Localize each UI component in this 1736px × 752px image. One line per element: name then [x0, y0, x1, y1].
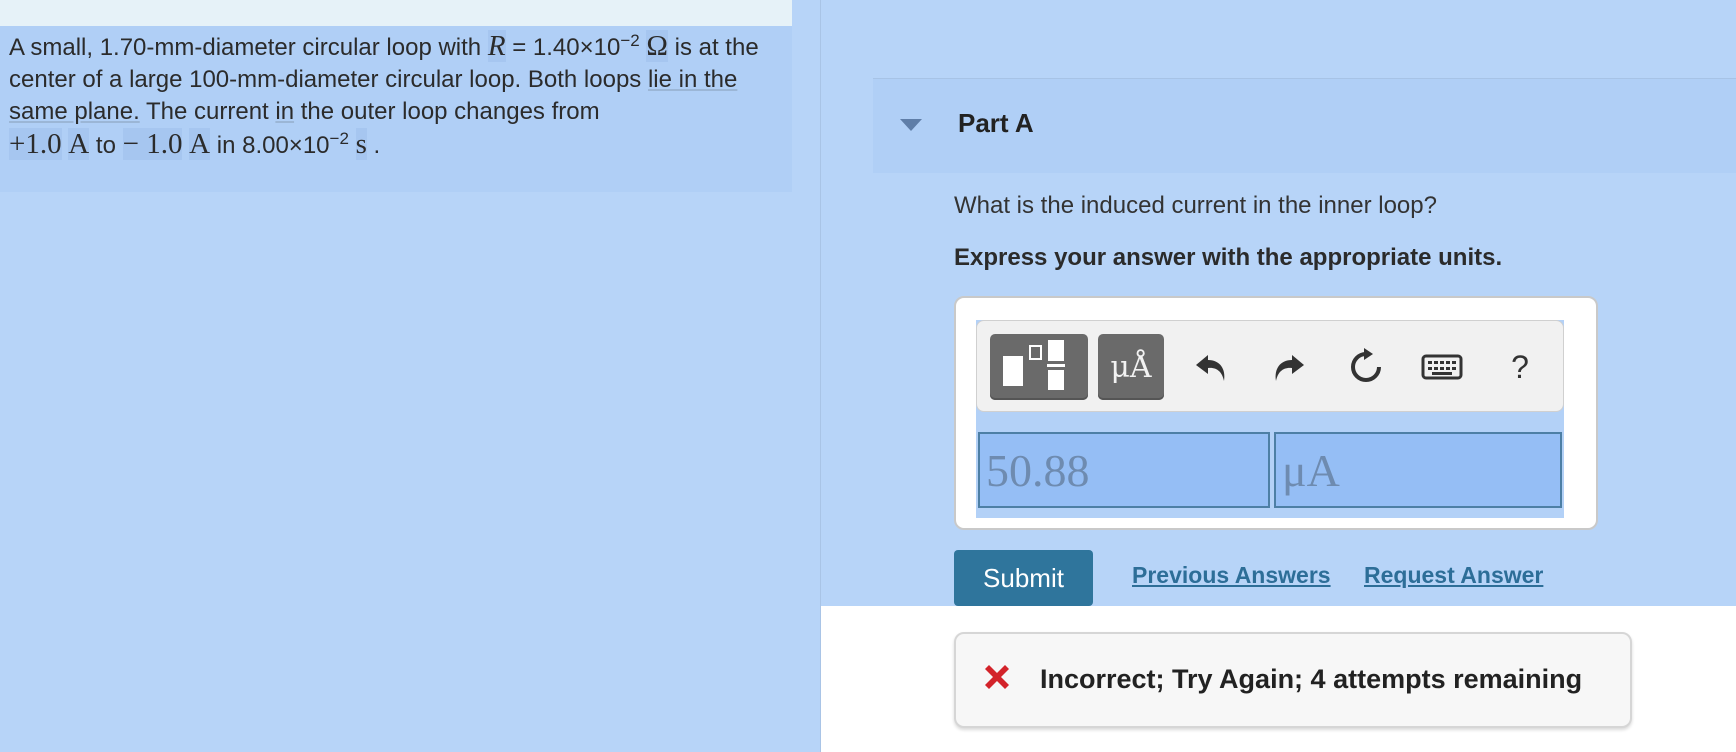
templates-icon [1003, 340, 1065, 390]
feedback-message: Incorrect; Try Again; 4 attempts remaini… [1040, 664, 1583, 694]
final-current-value: − 1.0 [122, 128, 183, 160]
problem-text-4: The current [139, 98, 276, 125]
reset-arrow-icon [1351, 348, 1381, 382]
problem-text-to: to [89, 132, 123, 159]
reset-icon[interactable] [1344, 345, 1388, 389]
answer-value-input[interactable]: 50.88 [978, 432, 1270, 508]
resistance-exponent: −2 [620, 31, 640, 50]
undo-arrow-icon [1196, 355, 1225, 381]
problem-text-underlined-2: in [275, 98, 295, 125]
keyboard-glyph-icon [1421, 354, 1463, 380]
problem-text-period: . [366, 132, 381, 159]
x-icon [985, 665, 1009, 689]
units-button[interactable]: μÅ [1098, 334, 1164, 400]
time-unit: s [355, 128, 367, 160]
undo-icon[interactable] [1190, 345, 1234, 389]
problem-text-2: = 1.40×10 [505, 34, 621, 61]
problem-text-1: A small, 1.70-mm-diameter circular loop … [9, 34, 488, 61]
redo-icon[interactable] [1266, 345, 1310, 389]
instruction-text: Express your answer with the appropriate… [954, 244, 1503, 271]
submit-button[interactable]: Submit [954, 550, 1093, 606]
problem-text-6: in 8.00×10 [210, 132, 330, 159]
final-current-unit: A [189, 128, 211, 160]
help-button[interactable]: ? [1498, 345, 1542, 389]
part-title[interactable]: Part A [958, 108, 1034, 139]
problem-text-5: the outer loop changes from [294, 98, 600, 125]
keyboard-icon[interactable] [1420, 345, 1464, 389]
collapse-caret-icon[interactable] [900, 119, 922, 131]
ohm-symbol: Ω [646, 30, 668, 62]
question-text: What is the induced current in the inner… [954, 192, 1437, 219]
initial-current-unit: A [68, 128, 90, 160]
time-exponent: −2 [329, 129, 349, 148]
resistance-symbol: R [487, 30, 506, 62]
problem-panel-top-strip [0, 0, 792, 26]
initial-current-value: +1.0 [9, 128, 62, 160]
answer-units-input[interactable]: μA [1274, 432, 1562, 508]
redo-arrow-icon [1275, 355, 1304, 381]
request-answer-link[interactable]: Request Answer [1364, 562, 1543, 589]
problem-statement: A small, 1.70-mm-diameter circular loop … [9, 30, 779, 162]
previous-answers-link[interactable]: Previous Answers [1132, 562, 1331, 589]
templates-button[interactable] [990, 334, 1088, 400]
